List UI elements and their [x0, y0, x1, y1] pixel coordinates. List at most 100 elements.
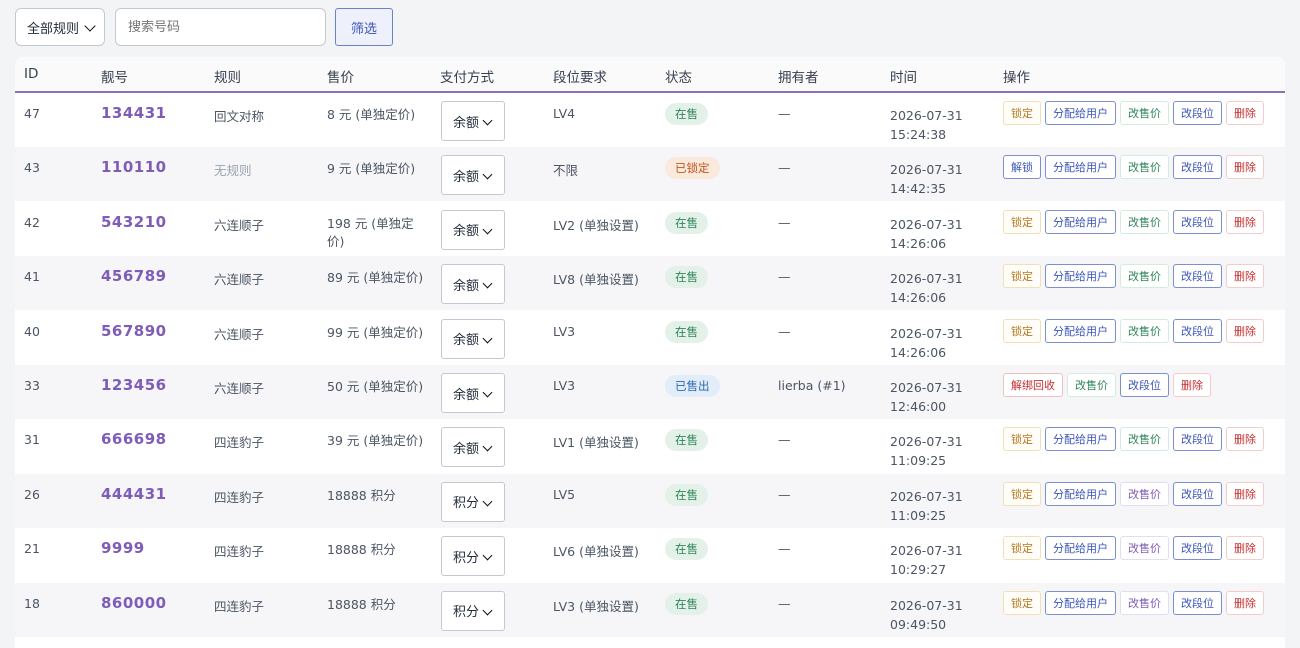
- assign-user-button[interactable]: 分配给用户: [1045, 318, 1116, 343]
- row-owner: —: [778, 106, 791, 121]
- row-number[interactable]: 543210: [101, 213, 167, 231]
- row-date: 2026-07-31: [890, 488, 963, 504]
- edit-level-button[interactable]: 改段位: [1120, 373, 1169, 397]
- row-number[interactable]: 860000: [101, 594, 167, 612]
- edit-price-button[interactable]: 改售价: [1067, 373, 1116, 397]
- delete-button[interactable]: 删除: [1226, 427, 1264, 452]
- edit-price-button[interactable]: 改售价: [1120, 101, 1169, 125]
- numbers-table: ID 靓号 规则 售价 支付方式 段位要求 状态 拥有者 时间 操作 47 134…: [15, 57, 1285, 648]
- payment-method-select[interactable]: 积分: [441, 536, 505, 577]
- chevron-down-icon: [482, 333, 493, 344]
- lock-button[interactable]: 锁定: [1003, 536, 1041, 561]
- edit-level-button[interactable]: 改段位: [1173, 318, 1222, 343]
- payment-method-select[interactable]: 积分: [441, 590, 505, 631]
- row-rule: 四连豹子: [214, 598, 265, 614]
- delete-button[interactable]: 删除: [1226, 481, 1264, 506]
- lock-button[interactable]: 锁定: [1003, 318, 1041, 343]
- row-number[interactable]: 134431: [101, 104, 167, 122]
- row-price: 18888 积分: [327, 487, 396, 503]
- assign-user-button[interactable]: 分配给用户: [1045, 209, 1116, 234]
- lock-button[interactable]: 锁定: [1003, 264, 1041, 289]
- row-clock: 10:29:27: [890, 562, 947, 578]
- lock-button[interactable]: 锁定: [1003, 101, 1041, 125]
- payment-method-select[interactable]: 余额: [441, 318, 505, 359]
- edit-level-button[interactable]: 改段位: [1173, 590, 1222, 615]
- payment-method-select[interactable]: 积分: [441, 481, 505, 522]
- edit-price-button[interactable]: 改售价: [1120, 318, 1169, 343]
- row-number[interactable]: 567890: [101, 322, 167, 340]
- row-number[interactable]: 666698: [101, 430, 167, 448]
- edit-level-button[interactable]: 改段位: [1173, 481, 1222, 506]
- unlock-button[interactable]: 解锁: [1003, 155, 1041, 180]
- lock-button[interactable]: 锁定: [1003, 481, 1041, 506]
- search-input[interactable]: [115, 8, 326, 46]
- row-time: 2026-07-31 15:24:38: [890, 106, 963, 144]
- delete-button[interactable]: 删除: [1226, 318, 1264, 343]
- row-time: 2026-07-31 14:26:06: [890, 324, 963, 362]
- row-actions: 锁定 分配给用户 改售价 改段位 删除: [1003, 101, 1264, 125]
- edit-price-button[interactable]: 改售价: [1120, 427, 1169, 452]
- delete-button[interactable]: 删除: [1226, 264, 1264, 289]
- assign-user-button[interactable]: 分配给用户: [1045, 590, 1116, 615]
- row-time: 2026-07-31 11:09:25: [890, 487, 963, 525]
- chevron-down-icon: [482, 605, 493, 616]
- lock-button[interactable]: 锁定: [1003, 427, 1041, 452]
- payment-method-value: 余额: [453, 333, 480, 349]
- assign-user-button[interactable]: 分配给用户: [1045, 536, 1116, 561]
- assign-user-button[interactable]: 分配给用户: [1045, 264, 1116, 289]
- edit-price-button[interactable]: 改售价: [1120, 590, 1169, 615]
- delete-button[interactable]: 删除: [1226, 536, 1264, 561]
- row-date: 2026-07-31: [890, 597, 963, 613]
- delete-button[interactable]: 删除: [1226, 155, 1264, 180]
- edit-price-button[interactable]: 改售价: [1120, 481, 1169, 506]
- row-time: 2026-07-31 10:29:27: [890, 541, 963, 579]
- filter-button[interactable]: 筛选: [335, 8, 393, 46]
- edit-price-button[interactable]: 改售价: [1120, 264, 1169, 289]
- row-number[interactable]: 9999: [101, 539, 145, 557]
- lock-button[interactable]: 锁定: [1003, 590, 1041, 615]
- edit-level-button[interactable]: 改段位: [1173, 101, 1222, 125]
- payment-method-value: 余额: [453, 169, 480, 185]
- row-number[interactable]: 456789: [101, 267, 167, 285]
- unbind-recycle-button[interactable]: 解绑回收: [1003, 373, 1063, 397]
- lock-button[interactable]: 锁定: [1003, 209, 1041, 234]
- edit-level-button[interactable]: 改段位: [1173, 427, 1222, 452]
- payment-method-select[interactable]: 余额: [441, 427, 505, 468]
- assign-user-button[interactable]: 分配给用户: [1045, 481, 1116, 506]
- delete-button[interactable]: 删除: [1226, 101, 1264, 125]
- payment-method-select[interactable]: 余额: [441, 101, 505, 141]
- row-level: 不限: [553, 163, 579, 179]
- edit-level-button[interactable]: 改段位: [1173, 536, 1222, 561]
- edit-level-button[interactable]: 改段位: [1173, 264, 1222, 289]
- delete-button[interactable]: 删除: [1226, 590, 1264, 615]
- edit-price-button[interactable]: 改售价: [1120, 209, 1169, 234]
- edit-price-button[interactable]: 改售价: [1120, 155, 1169, 180]
- row-number[interactable]: 123456: [101, 376, 167, 394]
- status-badge: 已售出: [665, 375, 720, 397]
- payment-method-select[interactable]: 余额: [441, 155, 505, 196]
- row-actions: 解锁 分配给用户 改售价 改段位 删除: [1003, 155, 1264, 180]
- payment-method-select[interactable]: 余额: [441, 209, 505, 250]
- edit-level-button[interactable]: 改段位: [1173, 209, 1222, 234]
- assign-user-button[interactable]: 分配给用户: [1045, 155, 1116, 180]
- edit-level-button[interactable]: 改段位: [1173, 155, 1222, 180]
- header-time: 时间: [890, 70, 917, 86]
- row-number[interactable]: 110110: [101, 158, 167, 176]
- row-price: 8 元 (单独定价): [327, 107, 416, 122]
- row-price: 89 元 (单独定价): [327, 270, 424, 286]
- payment-method-value: 余额: [453, 387, 480, 403]
- assign-user-button[interactable]: 分配给用户: [1045, 427, 1116, 452]
- row-time: 2026-07-31 14:26:06: [890, 215, 963, 253]
- row-level: LV3: [553, 323, 576, 339]
- delete-button[interactable]: 删除: [1226, 209, 1264, 234]
- delete-button[interactable]: 删除: [1173, 373, 1211, 397]
- row-number[interactable]: 444431: [101, 485, 167, 503]
- rule-filter-select[interactable]: 全部规则: [15, 8, 105, 46]
- assign-user-button[interactable]: 分配给用户: [1045, 101, 1116, 125]
- row-rule: 回文对称: [214, 109, 265, 124]
- payment-method-select[interactable]: 余额: [441, 373, 505, 413]
- header-owner: 拥有者: [778, 70, 819, 86]
- payment-method-select[interactable]: 余额: [441, 264, 505, 305]
- edit-price-button[interactable]: 改售价: [1120, 536, 1169, 561]
- header-id: ID: [24, 66, 39, 82]
